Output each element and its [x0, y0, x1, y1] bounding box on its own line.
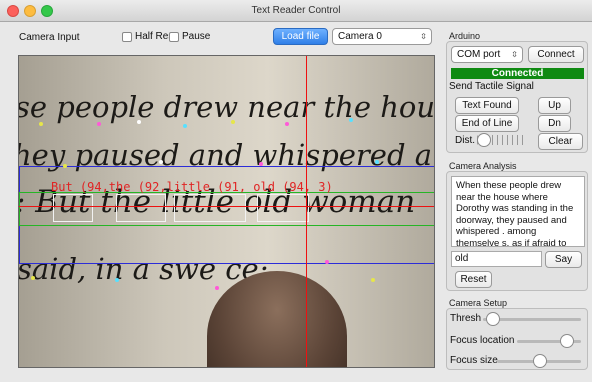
connect-button[interactable]: Connect — [528, 46, 584, 63]
word-box-little — [174, 194, 246, 222]
up-button[interactable]: Up — [538, 97, 571, 114]
feature-dot — [39, 122, 43, 126]
arduino-group-label: Arduino — [449, 31, 481, 41]
feature-dot — [231, 120, 235, 124]
camera-analysis-group: When these people drew near the house wh… — [446, 171, 588, 291]
dist-label: Dist. — [455, 135, 475, 146]
feature-dot — [31, 276, 35, 280]
pause-label: Pause — [182, 31, 211, 42]
half-res-checkbox-box[interactable] — [122, 31, 132, 42]
com-port-select[interactable]: COM port ⇳ — [451, 46, 523, 63]
analysis-text: When these people drew near the house wh… — [456, 180, 574, 247]
word-box-the — [116, 194, 166, 222]
focus-size-slider[interactable] — [497, 354, 581, 368]
feature-dot — [97, 122, 101, 126]
dist-slider[interactable] — [477, 133, 527, 147]
say-button[interactable]: Say — [545, 251, 582, 268]
focus-size-slider-knob[interactable] — [533, 354, 548, 368]
focus-size-label: Focus size — [450, 355, 498, 366]
camera-select[interactable]: Camera 0 ⇳ — [332, 28, 432, 45]
focus-location-slider[interactable] — [517, 334, 581, 348]
crosshair-horizontal — [19, 206, 434, 207]
text-found-button[interactable]: Text Found — [455, 97, 519, 114]
feature-dot — [259, 162, 263, 166]
word-box-but — [53, 194, 93, 222]
feature-dot — [325, 260, 329, 264]
send-tactile-signal-label: Send Tactile Signal — [449, 81, 534, 92]
camera-setup-group: Thresh Focus location Focus size — [446, 308, 588, 370]
pause-checkbox[interactable]: Pause — [169, 31, 210, 42]
word-input[interactable]: old — [451, 251, 542, 267]
focus-location-label: Focus location — [450, 335, 515, 346]
com-port-select-value: COM port — [457, 49, 501, 60]
up-down-arrows-icon: ⇳ — [420, 32, 427, 41]
feature-dot — [137, 120, 141, 124]
feature-dot — [183, 124, 187, 128]
camera-analysis-group-label: Camera Analysis — [449, 161, 517, 171]
thresh-slider-knob[interactable] — [486, 312, 501, 326]
connection-status: Connected — [451, 68, 584, 79]
ocr-overlay-text: But (94,the (92,little (91, old (94, 3) — [51, 180, 333, 194]
feature-dot — [285, 122, 289, 126]
camera-setup-group-label: Camera Setup — [449, 298, 508, 308]
crosshair-vertical — [306, 56, 307, 367]
half-res-checkbox[interactable]: Half Res — [122, 31, 173, 42]
feature-dot — [349, 118, 353, 122]
half-res-label: Half Res — [135, 31, 174, 42]
feature-dot — [375, 160, 379, 164]
feature-dot — [371, 278, 375, 282]
word-box-old — [257, 194, 309, 222]
feature-dot — [215, 286, 219, 290]
camera-view[interactable]: se people drew near the house hey paused… — [18, 55, 435, 368]
feature-dot — [115, 278, 119, 282]
end-of-line-button[interactable]: End of Line — [455, 115, 519, 132]
analysis-text-area[interactable]: When these people drew near the house wh… — [451, 176, 585, 247]
window-title: Text Reader Control — [251, 5, 341, 16]
feature-dot — [159, 160, 163, 164]
camera-select-value: Camera 0 — [338, 31, 382, 42]
dn-button[interactable]: Dn — [538, 115, 571, 132]
dist-slider-knob[interactable] — [477, 133, 491, 147]
text-line-1: se people drew near the house — [18, 90, 435, 124]
up-down-arrows-icon: ⇳ — [511, 50, 518, 59]
camera-input-label: Camera Input — [19, 32, 80, 43]
pause-checkbox-box[interactable] — [169, 31, 179, 42]
word-input-value: old — [455, 253, 469, 264]
reset-button[interactable]: Reset — [455, 271, 492, 288]
clear-button[interactable]: Clear — [538, 133, 583, 150]
thresh-label: Thresh — [450, 313, 482, 324]
arduino-group: COM port ⇳ Connect Connected Send Tactil… — [446, 41, 588, 153]
thresh-slider[interactable] — [483, 312, 581, 326]
feature-dot — [63, 164, 67, 168]
title-bar: Text Reader Control — [0, 0, 592, 22]
load-file-button[interactable]: Load file — [273, 28, 328, 45]
focus-location-slider-knob[interactable] — [559, 334, 574, 348]
